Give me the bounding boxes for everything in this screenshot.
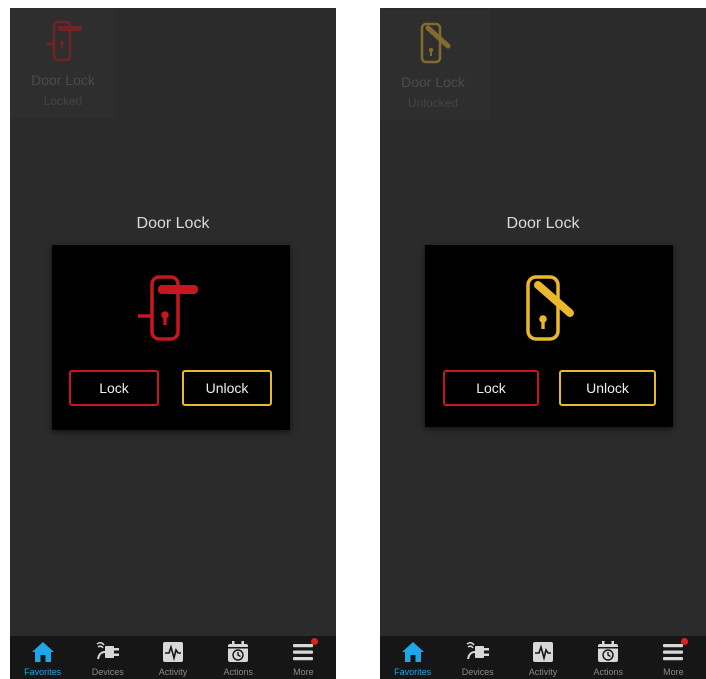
unlock-button[interactable]: Unlock (559, 370, 656, 406)
screen-locked: Door Lock Locked Door Lock Lock Unlock F… (10, 8, 336, 679)
tab-more[interactable]: More (271, 636, 336, 679)
plug-icon (96, 641, 119, 660)
unlock-button[interactable]: Unlock (182, 370, 272, 406)
door-lock-tile[interactable]: Door Lock Unlocked (380, 10, 490, 120)
activity-icon (533, 642, 553, 662)
tab-label: Devices (461, 667, 494, 677)
tile-title: Door Lock (31, 72, 95, 88)
dialog-title: Door Lock (506, 215, 580, 232)
door-lock-locked-icon (138, 275, 198, 341)
tab-devices[interactable]: Devices (75, 636, 140, 679)
tab-label: Favorites (24, 667, 62, 677)
tab-activity[interactable]: Activity (510, 636, 575, 679)
tab-label: More (293, 667, 314, 677)
bottom-tab-bar: Favorites Devices Activity Actions More (10, 636, 336, 679)
door-lock-unlocked-icon (526, 275, 574, 341)
tab-label: More (663, 667, 684, 677)
tile-status: Locked (43, 94, 83, 108)
tab-label: Devices (91, 667, 124, 677)
tile-title: Door Lock (401, 74, 465, 90)
calendar-clock-icon (228, 641, 249, 662)
tab-activity[interactable]: Activity (140, 636, 205, 679)
tab-label: Actions (223, 667, 253, 677)
calendar-clock-icon (598, 641, 619, 662)
door-lock-tile[interactable]: Door Lock Locked (10, 8, 116, 118)
notification-badge (681, 638, 689, 645)
tab-label: Activity (158, 667, 188, 677)
tile-status: Unlocked (407, 96, 459, 110)
dialog-title: Door Lock (136, 215, 210, 232)
door-lock-unlocked-icon (420, 22, 451, 64)
tab-actions[interactable]: Actions (576, 636, 641, 679)
bottom-tab-bar: Favorites Devices Activity Actions More (380, 636, 706, 679)
tab-label: Activity (528, 667, 558, 677)
tab-label: Actions (593, 667, 623, 677)
tab-actions[interactable]: Actions (206, 636, 271, 679)
tab-more[interactable]: More (641, 636, 706, 679)
notification-badge (311, 638, 319, 645)
door-lock-locked-icon (46, 20, 82, 62)
lock-dialog: Lock Unlock (52, 245, 290, 430)
home-icon (401, 642, 424, 662)
tab-favorites[interactable]: Favorites (10, 636, 75, 679)
lock-button[interactable]: Lock (443, 370, 539, 406)
tab-devices[interactable]: Devices (445, 636, 510, 679)
tab-favorites[interactable]: Favorites (380, 636, 445, 679)
lock-dialog: Lock Unlock (425, 245, 673, 427)
tab-label: Favorites (394, 667, 432, 677)
plug-icon (466, 641, 489, 660)
activity-icon (163, 642, 183, 662)
screen-unlocked: Door Lock Unlocked Door Lock Lock Unlock… (380, 8, 706, 679)
lock-button[interactable]: Lock (69, 370, 159, 406)
home-icon (31, 642, 54, 662)
